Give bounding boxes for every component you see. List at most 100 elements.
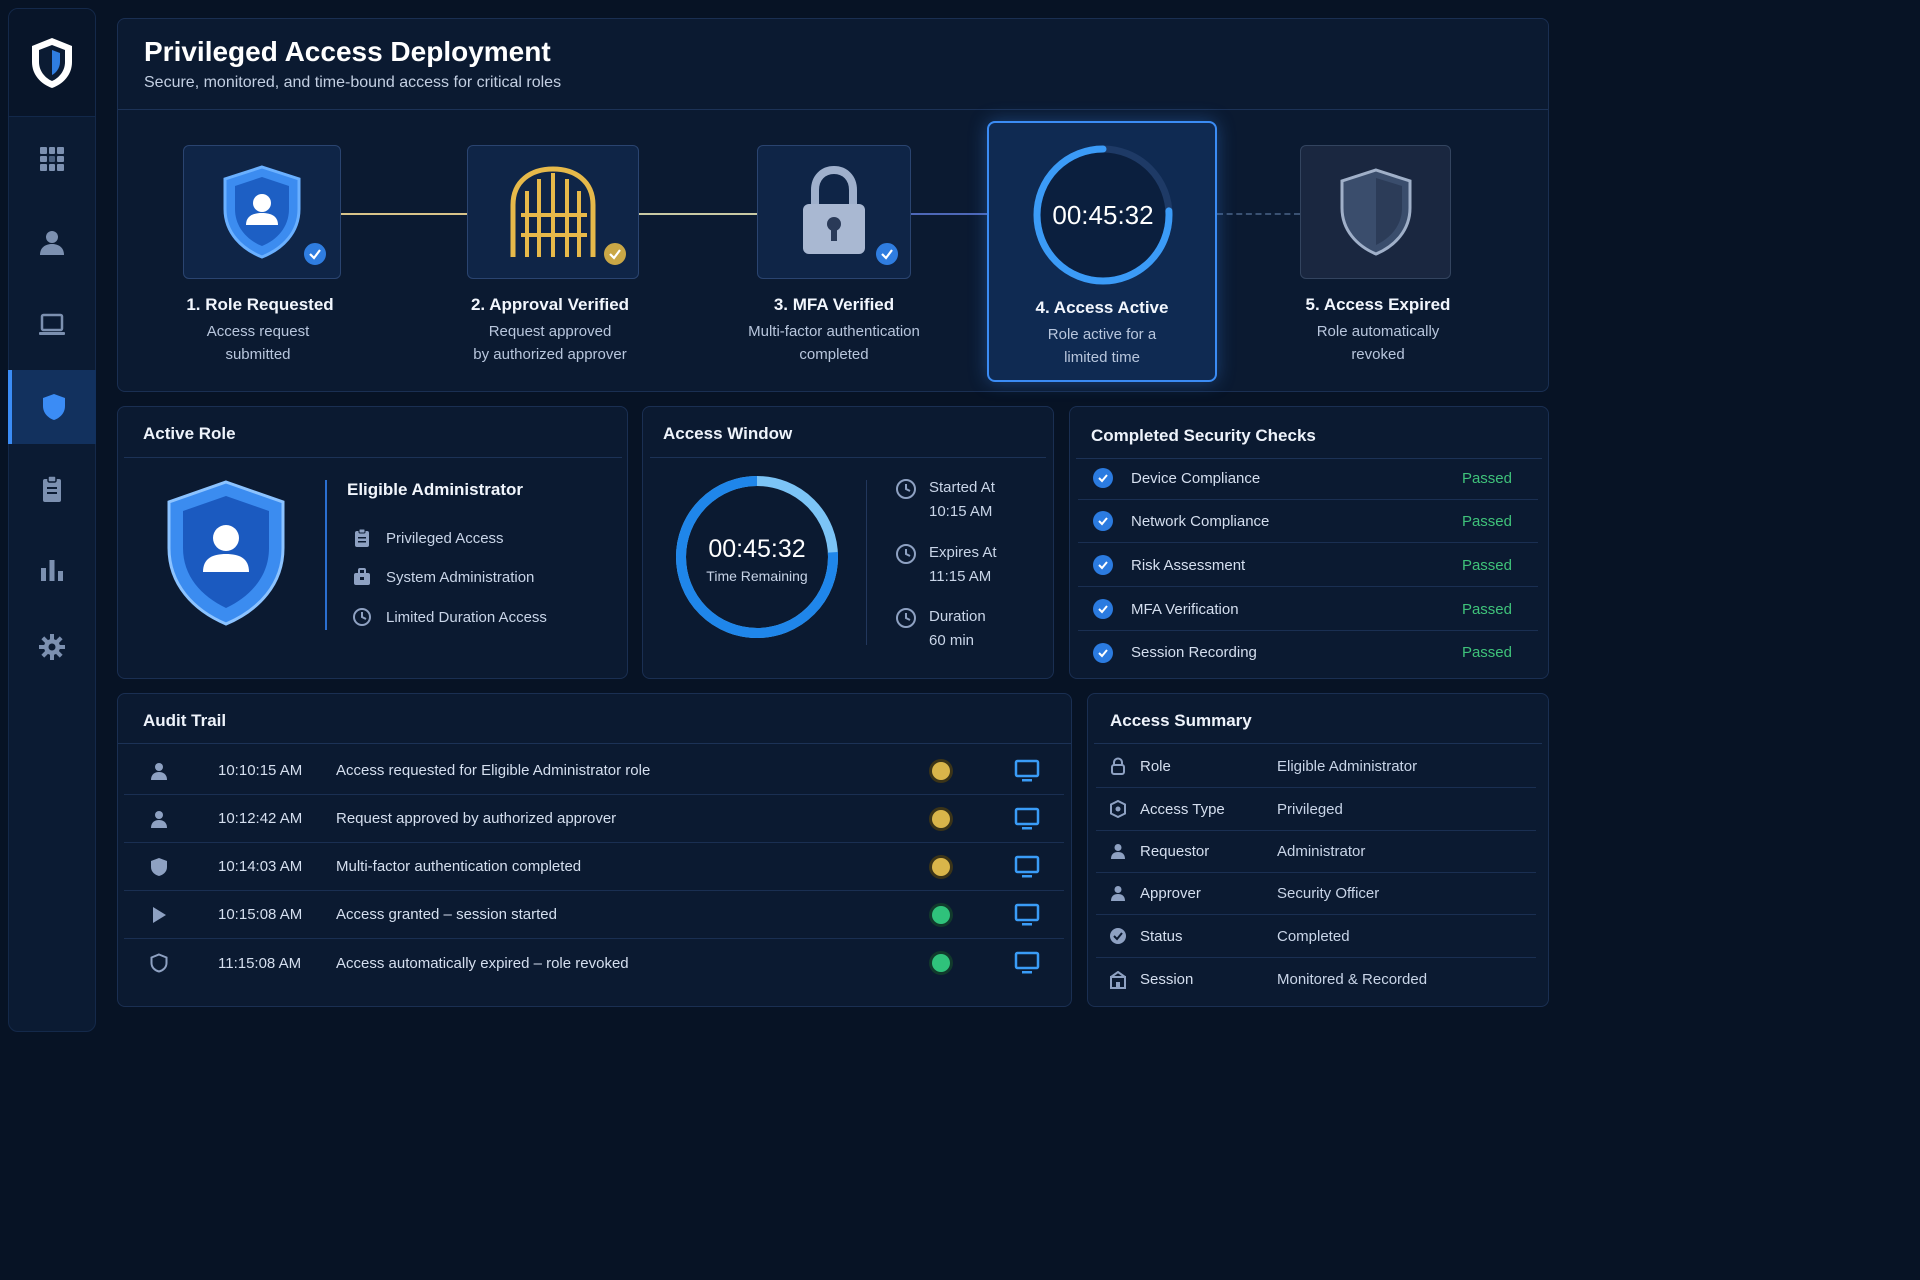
check-name: MFA Verification	[1131, 600, 1239, 618]
role-item-label: Privileged Access	[386, 529, 504, 547]
user-icon	[151, 810, 167, 828]
check-row: Session Recording Passed	[1078, 631, 1538, 674]
monitor-icon[interactable]	[1014, 855, 1040, 879]
monitor-icon[interactable]	[1014, 903, 1040, 927]
shield-icon	[43, 394, 65, 420]
check-name: Network Compliance	[1131, 512, 1270, 530]
expires-at-value: 11:15 AM	[929, 568, 992, 585]
check-row: Risk Assessment Passed	[1078, 544, 1538, 587]
expires-at-row: Expires At 11:15 AM	[895, 541, 997, 589]
building-icon	[1110, 970, 1126, 989]
summary-value: Privileged	[1277, 800, 1343, 818]
role-item-privileged-access: Privileged Access	[352, 528, 504, 548]
summary-row-role: Role Eligible Administrator	[1096, 745, 1536, 788]
clock-icon	[896, 544, 916, 564]
clipboard-icon	[355, 528, 369, 547]
audit-event: Access granted – session started	[336, 906, 557, 923]
access-summary-title: Access Summary	[1110, 711, 1252, 730]
gear-icon	[39, 634, 65, 660]
monitor-icon[interactable]	[1014, 807, 1040, 831]
summary-value: Completed	[1277, 927, 1350, 945]
check-status: Passed	[1461, 556, 1512, 574]
clock-icon	[353, 608, 371, 626]
check-circle-icon	[1093, 642, 1113, 663]
brand-logo[interactable]	[9, 9, 95, 117]
table-row[interactable]: 10:14:03 AM Multi-factor authentication …	[124, 843, 1064, 891]
status-dot	[932, 809, 950, 828]
summary-row-requestor: Requestor Administrator	[1096, 830, 1536, 873]
check-status: Passed	[1461, 512, 1512, 530]
check-row: MFA Verification Passed	[1078, 588, 1538, 631]
step-2-check-icon	[602, 241, 628, 267]
role-item-system-administration: System Administration	[352, 567, 534, 587]
audit-time: 10:15:08 AM	[218, 906, 303, 923]
started-at-label: Started At	[929, 479, 995, 496]
check-status: Passed	[1461, 469, 1512, 487]
lock-icon	[1111, 757, 1125, 775]
summary-row-status: Status Completed	[1096, 915, 1536, 958]
summary-key: Status	[1140, 927, 1183, 945]
shield-logo-icon	[32, 37, 72, 88]
check-row: Device Compliance Passed	[1078, 457, 1538, 500]
step-3-check-icon	[874, 241, 900, 267]
table-row[interactable]: 11:15:08 AM Access automatically expired…	[124, 939, 1064, 987]
bar-chart-icon	[41, 560, 63, 581]
step-2-title: 2. Approval Verified	[470, 295, 630, 314]
check-status: Passed	[1461, 600, 1512, 618]
monitor-icon[interactable]	[1014, 759, 1040, 783]
check-name: Device Compliance	[1131, 469, 1261, 487]
step-2-desc-line2: by authorized approver	[473, 346, 627, 363]
started-at-row: Started At 10:15 AM	[895, 476, 995, 524]
shield-outline-icon	[1340, 168, 1411, 256]
audit-event: Access automatically expired – role revo…	[336, 954, 629, 972]
summary-value: Monitored & Recorded	[1277, 971, 1428, 988]
role-item-limited-duration: Limited Duration Access	[352, 607, 547, 627]
step-4-title: 4. Access Active	[1035, 298, 1169, 317]
summary-row-access-type: Access Type Privileged	[1096, 788, 1536, 831]
step-5-title: 5. Access Expired	[1305, 295, 1451, 314]
access-window-vdivider	[866, 480, 867, 645]
sidebar-item-settings[interactable]	[8, 610, 96, 684]
audit-event: Request approved by authorized approver	[336, 810, 617, 827]
summary-value: Security Officer	[1277, 884, 1380, 902]
summary-key: Access Type	[1140, 800, 1225, 818]
step-3-desc-line1: Multi-factor authentication	[748, 323, 920, 340]
step-5-desc-line1: Role automatically	[1316, 323, 1440, 340]
table-row[interactable]: 10:12:42 AM Request approved by authoriz…	[124, 795, 1064, 843]
check-circle-icon	[1093, 511, 1113, 531]
summary-value: Administrator	[1277, 842, 1366, 860]
step-access-expired[interactable]	[1300, 145, 1451, 279]
sidebar-item-users[interactable]	[8, 206, 96, 280]
role-item-label: Limited Duration Access	[386, 608, 547, 626]
table-row[interactable]: 10:15:08 AM Access granted – session sta…	[124, 891, 1064, 939]
sidebar-item-devices[interactable]	[8, 288, 96, 362]
sidebar-item-security[interactable]	[8, 370, 96, 444]
clock-icon	[896, 608, 916, 628]
step-5-desc-line2: revoked	[1351, 346, 1405, 363]
summary-key: Approver	[1140, 884, 1201, 902]
sidebar-item-reports[interactable]	[8, 532, 96, 606]
connector-4-5	[1217, 213, 1300, 215]
audit-trail-divider	[118, 743, 1071, 744]
summary-key: Session	[1140, 971, 1194, 988]
connector-1-2	[341, 213, 467, 215]
padlock-icon	[803, 166, 865, 254]
sidebar-item-requests[interactable]	[8, 452, 96, 526]
audit-event: Access requested for Eligible Administra…	[336, 762, 651, 779]
connector-2-3	[639, 213, 757, 215]
step-3-title: 3. MFA Verified	[773, 295, 895, 314]
sidebar-item-dashboard[interactable]	[8, 122, 96, 196]
check-circle-icon	[1110, 928, 1126, 944]
page-title: Privileged Access Deployment	[144, 36, 551, 67]
audit-event: Multi-factor authentication completed	[336, 858, 582, 875]
table-row[interactable]: 10:10:15 AM Access requested for Eligibl…	[124, 747, 1064, 795]
step-2-desc-line1: Request approved	[488, 323, 612, 340]
step-3-desc-line2: completed	[799, 346, 869, 363]
monitor-icon[interactable]	[1014, 951, 1040, 975]
audit-time: 10:14:03 AM	[218, 858, 303, 875]
connector-3-4	[911, 213, 987, 215]
role-name: Eligible Administrator	[347, 480, 524, 499]
step-1-desc-line2: submitted	[225, 346, 291, 363]
play-icon	[153, 906, 166, 923]
step-1-desc-line1: Access request	[206, 323, 310, 340]
